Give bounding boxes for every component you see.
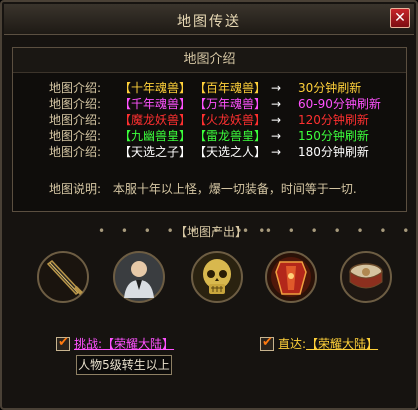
map-teleport-window: 地图传送 ✕ 地图介绍 地图介绍: 【十年魂兽】 【百年魂兽】 → 30分钟刷新 地图介绍…: [0, 0, 418, 410]
challenge-checkbox[interactable]: [56, 335, 70, 351]
arrow-icon: →: [271, 97, 282, 111]
window-title: 地图传送: [177, 14, 241, 30]
arrow-icon: →: [271, 145, 282, 159]
refresh-time: 180分钟刷新: [298, 145, 369, 159]
refresh-time: 120分钟刷新: [298, 113, 369, 127]
challenge-link[interactable]: 挑战:【荣耀大陆】: [74, 335, 174, 352]
map-intro-heading: 地图介绍: [13, 48, 406, 73]
drop-item-skull[interactable]: [190, 250, 244, 304]
arrow-icon: →: [271, 113, 282, 127]
arrow-icon: →: [271, 129, 282, 143]
drum-amulet-icon: [340, 251, 392, 303]
monster-tier-b: 【万年魂兽】: [194, 97, 267, 111]
drop-item-sword[interactable]: [36, 250, 90, 304]
direct-target: 【荣耀大陆】: [306, 337, 379, 351]
challenge-target: 【荣耀大陆】: [102, 337, 175, 351]
avatar-figure-icon: [113, 251, 165, 303]
arrow-icon: →: [271, 81, 282, 95]
drops-divider: • • • • • • • • 【地图产出】 • • • • • • • •: [2, 217, 418, 243]
refresh-time: 150分钟刷新: [298, 129, 369, 143]
requirement-tooltip: 人物5级转生以上: [76, 355, 172, 375]
refresh-time: 30分钟刷新: [298, 81, 362, 95]
monster-tier-a: 【天选之子】: [119, 145, 192, 159]
map-description: 地图说明: 本服十年以上怪，爆一切装备，时间等于一切.: [49, 180, 357, 197]
close-icon: ✕: [394, 10, 406, 26]
map-intro-label: 地图介绍:: [49, 129, 102, 143]
map-description-text: 本服十年以上怪，爆一切装备，时间等于一切.: [112, 182, 357, 196]
monster-tier-b: 【雷龙兽皇】: [194, 129, 267, 143]
challenge-prefix: 挑战:: [74, 337, 103, 351]
map-intro-label: 地图介绍:: [49, 113, 102, 127]
direct-checkbox[interactable]: [260, 335, 274, 351]
map-intro-label: 地图介绍:: [49, 97, 102, 111]
refresh-time: 60-90分钟刷新: [298, 97, 381, 111]
drop-item-armor[interactable]: [264, 250, 318, 304]
golden-skull-icon: [191, 251, 243, 303]
close-button[interactable]: ✕: [390, 8, 410, 28]
map-intro-label: 地图介绍:: [49, 81, 102, 95]
dots-right: • • • • • • • •: [242, 224, 416, 238]
monster-tier-a: 【九幽兽皇】: [119, 129, 192, 143]
direct-prefix: 直达:: [278, 337, 307, 351]
monster-tier-b: 【百年魂兽】: [194, 81, 267, 95]
title-bar: 地图传送 ✕: [4, 4, 414, 35]
map-description-label: 地图说明:: [49, 182, 102, 196]
map-intro-panel: 地图介绍 地图介绍: 【十年魂兽】 【百年魂兽】 → 30分钟刷新 地图介绍: 【千年魂兽】…: [12, 47, 407, 212]
sword-icon: [37, 251, 89, 303]
monster-tier-a: 【十年魂兽】: [119, 81, 192, 95]
drop-item-figure[interactable]: [112, 250, 166, 304]
monster-tier-a: 【千年魂兽】: [119, 97, 192, 111]
map-intro-label: 地图介绍:: [49, 145, 102, 159]
red-armor-icon: [265, 251, 317, 303]
monster-tier-b: 【火龙妖兽】: [194, 113, 267, 127]
monster-tier-b: 【天选之人】: [194, 145, 267, 159]
drop-item-drum[interactable]: [339, 250, 393, 304]
monster-tier-a: 【魔龙妖兽】: [119, 113, 192, 127]
direct-link[interactable]: 直达:【荣耀大陆】: [278, 335, 378, 352]
